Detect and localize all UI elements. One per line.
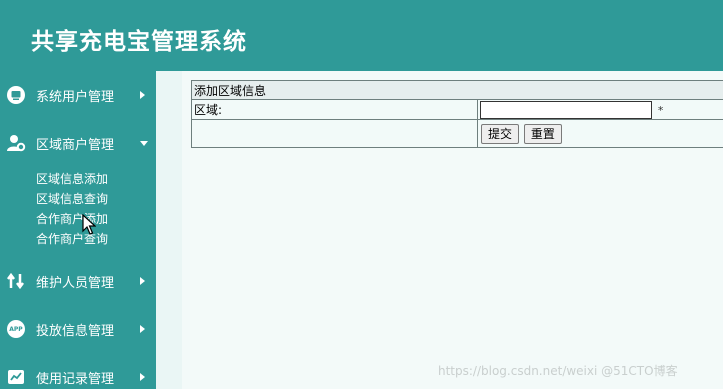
sidebar-item-label: 使用记录管理 [36, 371, 115, 387]
region-input[interactable] [480, 100, 652, 119]
chevron-right-icon [140, 325, 145, 333]
form-title: 添加区域信息 [191, 80, 723, 100]
sidebar-item-usage-records[interactable]: 使用记录管理 [0, 353, 156, 389]
sidebar-item-maintenance-staff[interactable]: 维护人员管理 [0, 257, 156, 305]
app-badge-text: APP [9, 325, 23, 333]
sidebar: 系统用户管理 区域商户管理 区域信息添加 区域信息查询 合作商户添加 合作商户查… [0, 71, 156, 389]
monitor-icon [6, 85, 26, 105]
required-mark: * [657, 103, 664, 117]
sidebar-item-region-merchants[interactable]: 区域商户管理 [0, 119, 156, 167]
sidebar-item-label: 区域商户管理 [36, 137, 115, 153]
user-gear-icon [6, 133, 26, 153]
sidebar-item-label: 维护人员管理 [36, 275, 115, 291]
chevron-right-icon [140, 277, 145, 285]
app-title: 共享充电宝管理系统 [31, 28, 247, 55]
field-cell: * [477, 99, 723, 120]
app-badge-icon: APP [6, 319, 26, 339]
field-label-region: 区域: [191, 99, 478, 120]
region-form: 添加区域信息 区域: * 提交 重置 [191, 80, 723, 148]
submenu-region-query[interactable]: 区域信息查询 [36, 190, 108, 207]
sidebar-item-placement-info[interactable]: APP 投放信息管理 [0, 305, 156, 353]
submenu-merchant-query[interactable]: 合作商户查询 [36, 230, 108, 247]
chevron-down-icon [140, 140, 148, 146]
sidebar-item-label: 投放信息管理 [36, 323, 115, 339]
button-cell: 提交 重置 [477, 119, 723, 148]
submenu-region-add[interactable]: 区域信息添加 [36, 170, 108, 187]
sidebar-item-system-users[interactable]: 系统用户管理 [0, 71, 156, 119]
chevron-right-icon [140, 91, 145, 99]
submit-button[interactable]: 提交 [481, 123, 520, 144]
sidebar-item-label: 系统用户管理 [36, 89, 115, 105]
chevron-right-icon [140, 373, 145, 381]
reset-button[interactable]: 重置 [523, 123, 562, 144]
wrench-arrows-icon [6, 271, 26, 291]
submenu-merchant-add[interactable]: 合作商户添加 [36, 210, 108, 227]
watermark-text: https://blog.csdn.net/weixi @51CTO博客 [438, 364, 678, 378]
mouse-cursor-icon [82, 214, 96, 235]
chart-icon [6, 367, 26, 387]
app-header: 共享充电宝管理系统 [0, 0, 723, 71]
